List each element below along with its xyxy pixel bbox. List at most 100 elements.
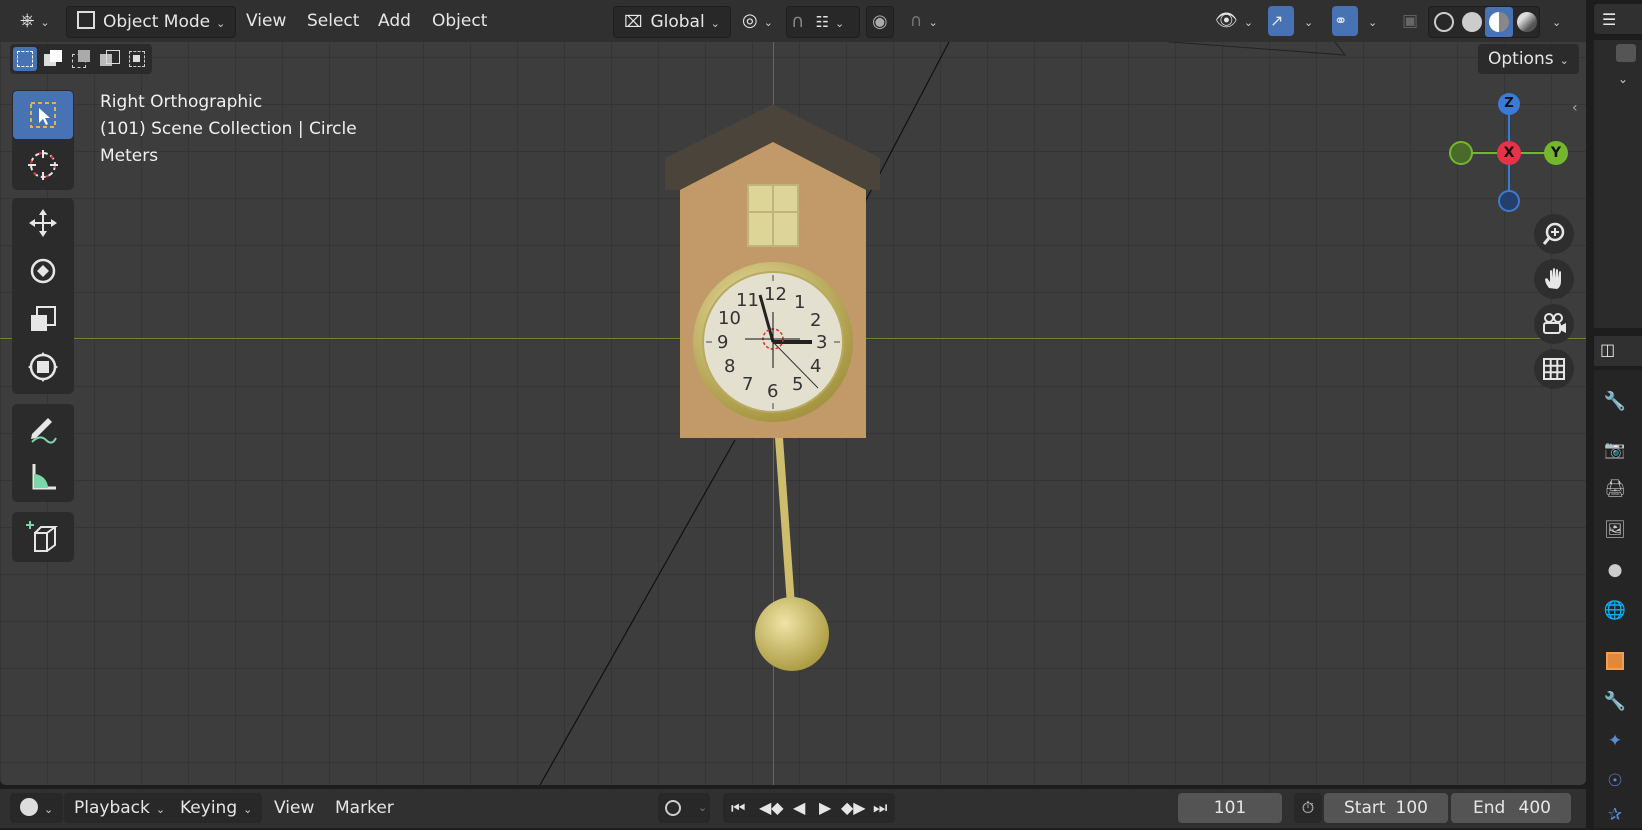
annotate-tool[interactable]	[13, 405, 73, 453]
preview-range-toggle[interactable]: ⏱	[1294, 793, 1322, 823]
next-keyframe-icon[interactable]: ◆▶	[841, 793, 866, 823]
select-mode-group	[10, 44, 152, 74]
playback-controls: ⏮ ◀◆ ◀ ▶ ◆▶ ⏭	[723, 793, 895, 823]
gizmo-dropdown[interactable]: ⌄	[1294, 6, 1317, 36]
chevron-down-icon: ⌄	[40, 16, 50, 29]
prev-keyframe-icon[interactable]: ◀◆	[759, 793, 784, 823]
magnet-icon: ∩	[791, 11, 805, 32]
orientation-axes-icon: ⌧	[624, 12, 643, 31]
timeline-editor-type[interactable]: ⌄	[10, 793, 64, 823]
sidebar-toggle-icon[interactable]: ‹	[1572, 100, 1578, 116]
orientation-dropdown[interactable]: ⌧ Global ⌄	[613, 6, 731, 38]
timeline-marker-menu[interactable]: Marker	[325, 793, 404, 823]
transform-tool[interactable]	[13, 343, 73, 391]
clock-num-9: 9	[717, 332, 729, 353]
end-frame-field[interactable]: End 400	[1451, 793, 1571, 823]
hand-icon	[1545, 268, 1561, 289]
options-button[interactable]: Options ⌄	[1478, 44, 1579, 74]
modifier-properties-icon[interactable]: 🔧	[1600, 686, 1630, 716]
menu-select[interactable]: Select	[297, 6, 369, 36]
play-reverse-icon[interactable]: ◀	[793, 793, 805, 823]
particles-properties-icon[interactable]: ✦	[1600, 726, 1630, 756]
pivot-dropdown[interactable]: ◎ ⌄	[732, 6, 783, 36]
gizmo-x-axis[interactable]: X	[1497, 141, 1521, 165]
overlay-toggle[interactable]: ⚭	[1332, 6, 1358, 36]
start-value: 100	[1395, 798, 1428, 818]
tool-properties-icon[interactable]: 🔧	[1600, 386, 1630, 416]
select-extend-icon[interactable]	[41, 47, 65, 71]
camera-view-button[interactable]	[1534, 304, 1574, 344]
select-box-tool[interactable]	[13, 91, 73, 139]
pan-button[interactable]	[1534, 259, 1574, 299]
solid-shading-icon[interactable]	[1462, 12, 1482, 32]
jump-start-icon[interactable]: ⏮	[731, 793, 745, 823]
select-invert-icon[interactable]	[97, 47, 121, 71]
chevron-down-icon[interactable]: ⌄	[1618, 72, 1628, 86]
xray-toggle[interactable]: ▣	[1398, 6, 1422, 36]
snap-toggle[interactable]: ∩ ☷ ⌄	[786, 6, 860, 38]
move-tool[interactable]	[13, 199, 73, 247]
start-frame-field[interactable]: Start 100	[1324, 793, 1448, 823]
current-frame-field[interactable]: 101	[1178, 793, 1282, 823]
end-value: 400	[1518, 798, 1551, 818]
menu-object[interactable]: Object	[422, 6, 497, 36]
timeline-view-menu[interactable]: View	[264, 793, 324, 823]
scene-properties-icon[interactable]: ●	[1600, 555, 1630, 585]
clock-num-2: 2	[810, 310, 822, 331]
visibility-dropdown[interactable]: 👁 ⌄	[1205, 6, 1263, 36]
rotate-icon	[30, 258, 56, 284]
clock-num-4: 4	[810, 356, 822, 377]
properties-editor-icon[interactable]: ◫	[1600, 340, 1615, 359]
menu-add[interactable]: Add	[368, 6, 421, 36]
object-properties-icon[interactable]	[1600, 646, 1630, 676]
select-subtract-icon[interactable]	[69, 47, 93, 71]
scale-tool[interactable]	[13, 295, 73, 343]
falloff-dropdown[interactable]: ∩ ⌄	[900, 6, 948, 36]
measure-tool[interactable]	[13, 453, 73, 501]
world-properties-icon[interactable]: 🌐	[1600, 595, 1630, 625]
gizmo-toggle[interactable]: ↗	[1268, 6, 1294, 36]
physics-properties-icon[interactable]: ☉	[1600, 766, 1630, 796]
gizmo-neg-z-axis[interactable]	[1498, 190, 1520, 212]
overlay-dropdown[interactable]: ⌄	[1358, 6, 1381, 36]
mode-label: Object Mode	[103, 12, 211, 32]
outliner-editor-icon[interactable]: ☰	[1602, 10, 1616, 29]
rendered-shading-icon[interactable]	[1517, 12, 1537, 32]
navigation-gizmo[interactable]: Z X Y	[1440, 88, 1570, 218]
shading-dropdown[interactable]: ⌄	[1542, 6, 1565, 36]
outliner-filter-icon[interactable]	[1616, 44, 1636, 62]
toolbox-add	[12, 512, 74, 562]
gizmo-y-axis[interactable]: Y	[1544, 141, 1568, 165]
menu-view[interactable]: View	[236, 6, 296, 36]
editor-type-button[interactable]: ⎈ ⌄	[10, 6, 60, 36]
constraints-properties-icon[interactable]: ✰	[1600, 800, 1630, 830]
view-layer-properties-icon[interactable]: 🖼	[1600, 515, 1630, 545]
perspective-toggle-button[interactable]	[1534, 349, 1574, 389]
render-properties-icon[interactable]: 📷	[1600, 435, 1630, 465]
proportional-edit-toggle[interactable]: ◉	[866, 6, 894, 38]
jump-end-icon[interactable]: ⏭	[873, 793, 887, 823]
mode-dropdown[interactable]: Object Mode ⌄	[66, 6, 237, 38]
keying-menu[interactable]: Keying ⌄	[170, 793, 263, 823]
zoom-icon	[1542, 222, 1565, 245]
gizmo-z-axis[interactable]: Z	[1498, 93, 1520, 115]
play-icon[interactable]: ▶	[819, 793, 831, 823]
material-shading-icon[interactable]	[1485, 7, 1513, 37]
add-cube-tool[interactable]	[13, 513, 73, 561]
zoom-button[interactable]	[1534, 214, 1574, 254]
viewport-editor-icon: ⎈	[20, 10, 35, 31]
select-intersect-icon[interactable]	[125, 47, 149, 71]
output-properties-icon[interactable]: 🖨	[1600, 474, 1630, 504]
chevron-down-icon: ⌄	[1552, 16, 1562, 29]
gizmo-neg-y-axis[interactable]	[1449, 141, 1473, 165]
3d-viewport[interactable]: 12 1 2 3 4 5 6 7 8 9 10 11 Right Orthogr…	[0, 0, 1586, 785]
clock-editor-icon	[20, 798, 38, 816]
falloff-curve-icon: ∩	[910, 11, 923, 31]
wireframe-shading-icon[interactable]	[1434, 12, 1454, 32]
rotate-tool[interactable]	[13, 247, 73, 295]
playback-menu[interactable]: Playback ⌄	[64, 793, 176, 823]
select-new-icon[interactable]	[13, 47, 37, 71]
cursor-tool[interactable]	[13, 141, 73, 189]
auto-keying-toggle[interactable]: ⌄	[658, 793, 710, 823]
collection-info: (101) Scene Collection | Circle	[100, 119, 357, 139]
